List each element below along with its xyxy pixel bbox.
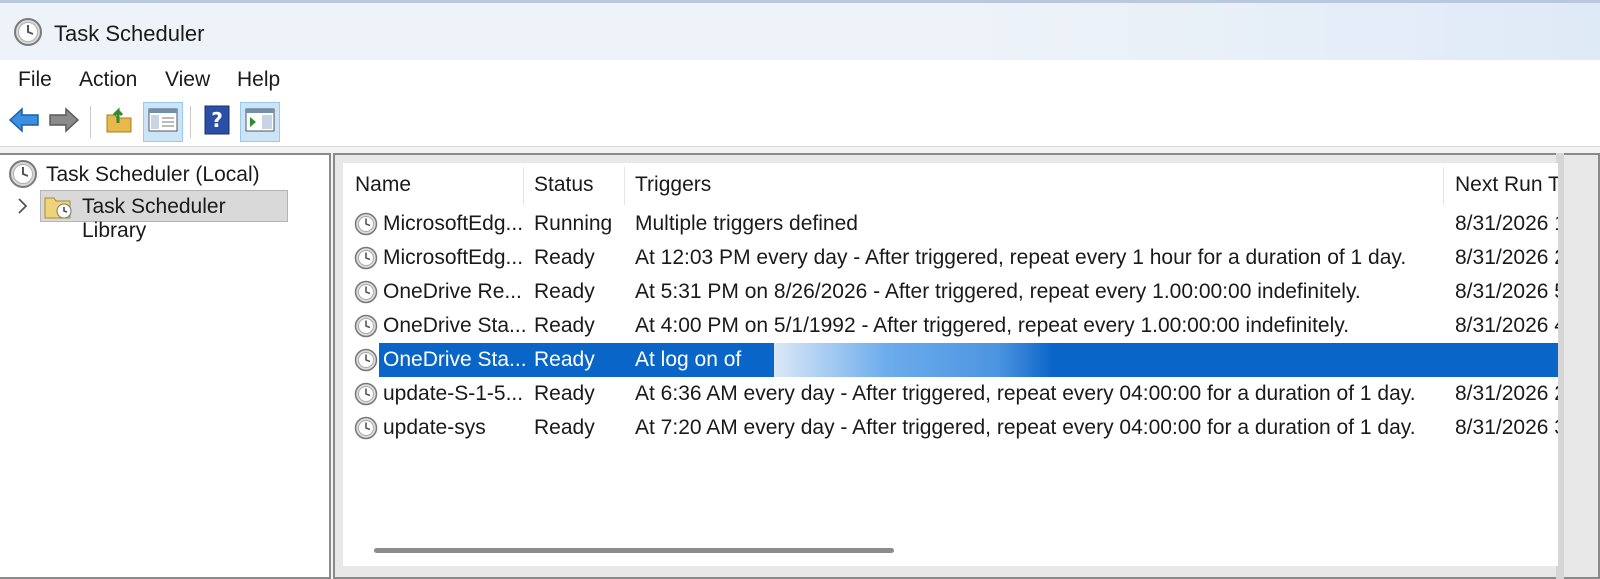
task-status: Ready bbox=[534, 246, 595, 269]
table-row[interactable]: OneDrive Re... Ready At 5:31 PM on 8/26/20… bbox=[343, 275, 1558, 309]
task-next-run: 8/31/2026 1 bbox=[1455, 212, 1558, 235]
task-triggers: At 12:03 PM every day - After triggered,… bbox=[635, 246, 1407, 269]
task-name: update-sys bbox=[383, 416, 486, 439]
back-arrow-icon bbox=[8, 106, 40, 138]
task-triggers: At 7:20 AM every day - After triggered, … bbox=[635, 416, 1416, 439]
horizontal-scrollbar-thumb[interactable] bbox=[374, 548, 894, 553]
menu-view[interactable]: View bbox=[165, 68, 210, 92]
column-divider[interactable] bbox=[523, 167, 524, 205]
column-divider[interactable] bbox=[624, 167, 625, 205]
task-status: Ready bbox=[534, 348, 595, 371]
task-next-run: 8/31/2026 5 bbox=[1455, 280, 1558, 303]
window-title: Task Scheduler bbox=[54, 21, 205, 46]
forward-button[interactable] bbox=[44, 102, 84, 142]
column-header-name[interactable]: Name bbox=[355, 173, 411, 197]
task-clock-icon bbox=[354, 212, 378, 242]
task-triggers: At 4:00 PM on 5/1/1992 - After triggered… bbox=[635, 314, 1350, 337]
tree-item-task-scheduler-local[interactable]: Task Scheduler (Local) bbox=[46, 163, 260, 187]
menu-action[interactable]: Action bbox=[79, 68, 137, 92]
tree-item-label: Task Scheduler Library bbox=[82, 195, 226, 242]
chevron-right-icon[interactable] bbox=[16, 197, 30, 220]
task-status: Running bbox=[534, 212, 613, 235]
table-row[interactable]: MicrosoftEdg... Running Multiple triggers … bbox=[343, 207, 1558, 241]
task-clock-icon bbox=[354, 382, 378, 412]
task-status: Ready bbox=[534, 416, 595, 439]
column-divider[interactable] bbox=[1443, 167, 1444, 205]
toolbar-separator bbox=[90, 106, 91, 138]
task-list: Name Status Triggers Next Run T Microsof… bbox=[343, 163, 1558, 536]
task-status: Ready bbox=[534, 280, 595, 303]
folder-clock-icon bbox=[44, 192, 74, 225]
table-row[interactable]: OneDrive Sta... Ready At 4:00 PM on 5/1/19… bbox=[343, 309, 1558, 343]
task-triggers: At 6:36 AM every day - After triggered, … bbox=[635, 382, 1416, 405]
task-scheduler-local-icon bbox=[8, 159, 38, 194]
show-hide-action-pane-icon bbox=[245, 107, 275, 138]
column-header-triggers[interactable]: Triggers bbox=[635, 173, 711, 197]
task-next-run: 8/31/2026 2 bbox=[1455, 246, 1558, 269]
task-name: MicrosoftEdg... bbox=[383, 246, 524, 269]
task-next-run: 8/31/2026 4 bbox=[1455, 314, 1558, 337]
menu-help[interactable]: Help bbox=[237, 68, 280, 92]
task-clock-icon bbox=[354, 246, 378, 276]
help-icon: ? bbox=[204, 105, 230, 140]
table-row[interactable]: update-sys Ready At 7:20 AM every day - Af… bbox=[343, 411, 1558, 445]
show-hide-action-pane-button[interactable] bbox=[240, 102, 280, 142]
help-button[interactable]: ? bbox=[197, 102, 237, 142]
task-clock-icon bbox=[354, 314, 378, 344]
table-row[interactable]: MicrosoftEdg... Ready At 12:03 PM every da… bbox=[343, 241, 1558, 275]
redacted-area bbox=[774, 343, 1054, 377]
task-status: Ready bbox=[534, 314, 595, 337]
toolbar-separator bbox=[190, 106, 191, 138]
column-header-next-run[interactable]: Next Run T bbox=[1455, 173, 1558, 197]
task-triggers: At log on of bbox=[635, 348, 742, 371]
show-hide-console-tree-icon bbox=[148, 107, 178, 138]
task-clock-icon bbox=[354, 348, 378, 378]
task-next-run: 8/31/2026 2 bbox=[1455, 382, 1558, 405]
table-row[interactable]: OneDrive Sta... Ready At log on of bbox=[354, 343, 1558, 377]
task-name: OneDrive Re... bbox=[383, 280, 522, 303]
task-clock-icon bbox=[354, 280, 378, 310]
task-triggers: At 5:31 PM on 8/26/2026 - After triggere… bbox=[635, 280, 1361, 303]
task-scheduler-clock-icon bbox=[13, 17, 43, 52]
menu-file[interactable]: File bbox=[18, 68, 52, 92]
up-folder-button[interactable] bbox=[99, 102, 139, 142]
toolbar: ? bbox=[0, 100, 1600, 147]
up-folder-icon bbox=[104, 105, 134, 140]
back-button[interactable] bbox=[4, 102, 44, 142]
column-header-status[interactable]: Status bbox=[534, 173, 594, 197]
task-triggers: Multiple triggers defined bbox=[635, 212, 858, 235]
svg-text:?: ? bbox=[211, 108, 223, 132]
task-status: Ready bbox=[534, 382, 595, 405]
menu-bar: File Action View Help bbox=[0, 60, 1600, 101]
task-name: OneDrive Sta... bbox=[383, 348, 527, 371]
forward-arrow-icon bbox=[48, 106, 80, 138]
tree-item-task-scheduler-library[interactable]: Task Scheduler Library bbox=[40, 190, 288, 242]
console-tree: Task Scheduler (Local) Task Scheduler Li… bbox=[0, 153, 331, 579]
task-next-run: 8/31/2026 3 bbox=[1455, 416, 1558, 439]
task-clock-icon bbox=[354, 416, 378, 446]
show-hide-console-tree-button[interactable] bbox=[143, 102, 183, 142]
task-name: OneDrive Sta... bbox=[383, 314, 527, 337]
table-row[interactable]: update-S-1-5... Ready At 6:36 AM every day… bbox=[343, 377, 1558, 411]
task-name: update-S-1-5... bbox=[383, 382, 524, 405]
title-bar: Task Scheduler bbox=[0, 0, 1600, 60]
task-name: MicrosoftEdg... bbox=[383, 212, 524, 235]
